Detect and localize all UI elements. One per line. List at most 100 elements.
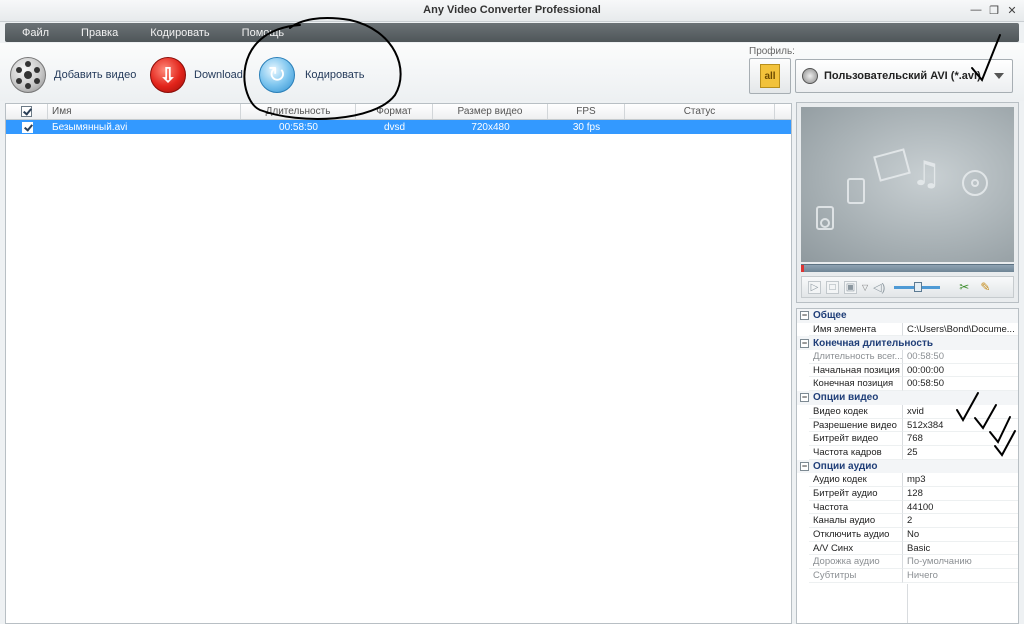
menu-encode[interactable]: Кодировать: [150, 27, 209, 39]
checkbox[interactable]: [21, 106, 32, 117]
snapshot-icon[interactable]: ▣: [844, 280, 857, 294]
property-row[interactable]: Частота кадров 25: [797, 445, 1018, 460]
property-value[interactable]: Basic: [903, 542, 1018, 556]
property-row[interactable]: Аудио кодек mp3: [797, 473, 1018, 487]
property-row[interactable]: Разрешение видео 512x384: [797, 418, 1018, 433]
property-row[interactable]: A/V Синх Basic: [797, 541, 1018, 556]
property-value[interactable]: C:\Users\Bond\Docume...: [903, 323, 1018, 337]
column-video-size[interactable]: Размер видео: [433, 104, 548, 119]
phone-icon: [847, 178, 865, 204]
column-duration[interactable]: Длительность: [241, 104, 356, 119]
property-row[interactable]: Начальная позиция 00:00:00: [797, 363, 1018, 378]
property-value[interactable]: 25: [903, 446, 1018, 460]
property-value[interactable]: 768: [903, 432, 1018, 446]
play-icon[interactable]: ▷: [808, 280, 821, 294]
collapse-icon[interactable]: −: [800, 393, 809, 403]
property-row[interactable]: Дорожка аудио По-умолчанию: [797, 555, 1018, 570]
property-value[interactable]: 44100: [903, 501, 1018, 515]
collapse-icon[interactable]: −: [800, 338, 809, 348]
stop-icon[interactable]: □: [826, 280, 839, 294]
minimize-icon[interactable]: —: [968, 2, 984, 18]
row-checkbox-cell[interactable]: [6, 120, 48, 134]
window-controls: — ❐ ✕: [968, 2, 1020, 18]
property-row[interactable]: Битрейт аудио 128: [797, 486, 1018, 501]
profile-category-button[interactable]: all: [749, 58, 791, 94]
group-audio[interactable]: − Опции аудио: [797, 459, 1018, 474]
menu-edit[interactable]: Правка: [81, 27, 118, 39]
profile-label: Профиль:: [749, 46, 795, 57]
property-name: Субтитры: [809, 569, 903, 583]
menu-file[interactable]: Файл: [22, 27, 49, 39]
property-value[interactable]: mp3: [903, 473, 1018, 487]
property-row[interactable]: Видео кодек xvid: [797, 404, 1018, 419]
column-fps[interactable]: FPS: [548, 104, 625, 119]
file-list[interactable]: Имя Длительность Формат Размер видео FPS…: [5, 103, 792, 624]
preview-screen: ♫: [801, 107, 1014, 262]
table-row[interactable]: Безымянный.avi 00:58:50 dvsd 720x480 30 …: [6, 120, 791, 134]
property-value[interactable]: 2: [903, 514, 1018, 528]
group-title: Опции аудио: [813, 460, 878, 472]
download-button[interactable]: ⇩ Download: [150, 55, 243, 95]
property-name: A/V Синх: [809, 541, 903, 556]
preview-progress-bar[interactable]: [801, 264, 1014, 272]
volume-slider-thumb[interactable]: [914, 281, 923, 292]
column-name[interactable]: Имя: [48, 104, 241, 119]
property-row[interactable]: Каналы аудио 2: [797, 514, 1018, 528]
checkbox[interactable]: [21, 121, 33, 133]
volume-icon[interactable]: ◁): [873, 281, 885, 294]
group-video[interactable]: − Опции видео: [797, 391, 1018, 405]
column-format[interactable]: Формат: [356, 104, 433, 119]
property-value[interactable]: No: [903, 528, 1018, 542]
group-duration[interactable]: − Конечная длительность: [797, 336, 1018, 351]
property-value[interactable]: 00:58:50: [903, 377, 1018, 392]
close-icon[interactable]: ✕: [1004, 2, 1020, 18]
convert-icon: ↻: [259, 57, 295, 93]
profile-value: Пользовательский AVI (*.avi): [824, 70, 981, 82]
property-name: Начальная позиция: [809, 363, 903, 378]
chevron-down-icon[interactable]: [994, 73, 1004, 79]
property-row[interactable]: Битрейт видео 768: [797, 432, 1018, 446]
property-row[interactable]: Субтитры Ничего: [797, 569, 1018, 583]
group-title: Конечная длительность: [813, 337, 934, 349]
property-row[interactable]: Частота 44100: [797, 500, 1018, 515]
profile-select[interactable]: Пользовательский AVI (*.avi): [795, 59, 1013, 93]
collapse-icon[interactable]: −: [800, 311, 809, 321]
cell-name: Безымянный.avi: [52, 121, 128, 133]
property-value: По-умолчанию: [903, 555, 1018, 570]
property-name: Частота кадров: [809, 445, 903, 460]
window-title: Any Video Converter Professional: [423, 4, 601, 16]
property-row[interactable]: Конечная позиция 00:58:50: [797, 377, 1018, 392]
film-icon: [873, 148, 911, 182]
property-value[interactable]: xvid: [903, 405, 1018, 419]
property-name: Отключить аудио: [809, 528, 903, 542]
property-name: Каналы аудио: [809, 514, 903, 528]
property-row[interactable]: Длительность всег... 00:58:50: [797, 350, 1018, 364]
property-name: Видео кодек: [809, 404, 903, 419]
music-note-icon: ♫: [911, 154, 941, 194]
property-value[interactable]: 00:00:00: [903, 364, 1018, 378]
add-video-button[interactable]: Добавить видео: [10, 55, 136, 95]
property-name: Конечная позиция: [809, 377, 903, 392]
profile-all-icon: all: [760, 64, 780, 88]
encode-button[interactable]: ↻ Кодировать: [259, 55, 364, 95]
film-reel-icon: [10, 57, 46, 93]
property-value[interactable]: 128: [903, 487, 1018, 501]
cell-status: [625, 120, 775, 134]
volume-slider[interactable]: [894, 281, 941, 292]
group-title: Опции видео: [813, 392, 879, 404]
property-value[interactable]: 512x384: [903, 419, 1018, 433]
scissors-icon[interactable]: ✂: [959, 280, 969, 294]
menu-help[interactable]: Помощь: [242, 27, 285, 39]
collapse-icon[interactable]: −: [800, 461, 809, 471]
cell-fps: 30 fps: [572, 121, 601, 133]
select-all-checkbox[interactable]: [6, 104, 48, 119]
maximize-icon[interactable]: ❐: [986, 2, 1002, 18]
snapshot-menu-icon[interactable]: ▽: [862, 283, 868, 292]
group-general[interactable]: − Общее: [797, 309, 1018, 323]
file-list-header: Имя Длительность Формат Размер видео FPS…: [6, 104, 791, 120]
property-row[interactable]: Имя элемента C:\Users\Bond\Docume...: [797, 322, 1018, 337]
magic-wand-icon[interactable]: ✎: [980, 280, 990, 294]
property-row[interactable]: Отключить аудио No: [797, 528, 1018, 542]
column-status[interactable]: Статус: [625, 104, 775, 119]
cell-duration: 00:58:50: [279, 121, 318, 133]
